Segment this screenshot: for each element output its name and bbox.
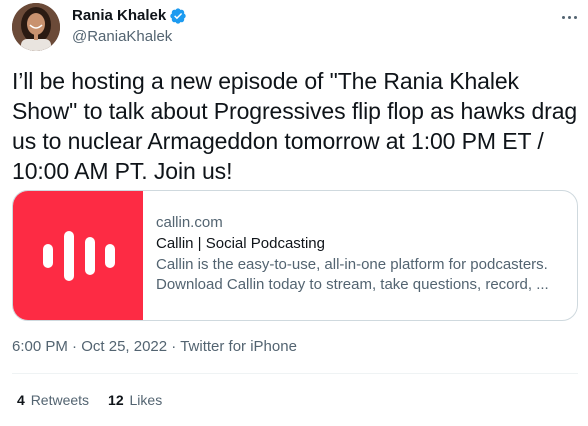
retweets-label: Retweets [30, 392, 90, 408]
more-dot-icon [567, 15, 571, 19]
retweets-count: 4 [17, 392, 25, 408]
tweet-date: Oct 25, 2022 [81, 338, 168, 355]
more-dot-icon [561, 15, 565, 19]
profile-photo-icon [12, 3, 60, 51]
tweet-time: 6:00 PM [12, 338, 68, 355]
likes-count: 12 [108, 392, 124, 408]
meta-separator: · [72, 338, 78, 355]
card-body: callin.com Callin | Social Podcasting Ca… [143, 191, 568, 320]
card-description: Callin is the easy-to-use, all-in-one pl… [156, 256, 549, 293]
more-dot-icon [573, 15, 577, 19]
avatar[interactable] [12, 3, 60, 51]
tweet-stats: 4 Retweets 12 Likes [17, 390, 181, 410]
tweet-text: I’ll be hosting a new episode of "The Ra… [12, 68, 578, 184]
display-name[interactable]: Rania Khalek [72, 6, 166, 26]
callin-waveform-logo-icon [43, 230, 115, 281]
handle[interactable]: @RaniaKhalek [72, 27, 187, 47]
tweet-meta: 6:00 PM · Oct 25, 2022 · Twitter for iPh… [12, 337, 297, 357]
tweet-author: Rania Khalek @RaniaKhalek [72, 6, 187, 47]
card-image [13, 191, 143, 320]
meta-separator: · [171, 338, 177, 355]
retweets-stat[interactable]: 4 Retweets [17, 390, 89, 410]
tweet-time-link[interactable]: 6:00 PM · Oct 25, 2022 [12, 338, 167, 355]
display-name-row: Rania Khalek [72, 6, 187, 26]
link-card[interactable]: callin.com Callin | Social Podcasting Ca… [12, 190, 578, 321]
likes-stat[interactable]: 12 Likes [108, 390, 162, 410]
card-domain: callin.com [156, 214, 223, 231]
tweet-source-link[interactable]: Twitter for iPhone [180, 338, 297, 355]
more-options-button[interactable] [551, 7, 587, 27]
card-title: Callin | Social Podcasting [156, 235, 325, 252]
divider [12, 373, 578, 374]
verified-badge-icon [169, 7, 187, 25]
likes-label: Likes [129, 392, 163, 408]
